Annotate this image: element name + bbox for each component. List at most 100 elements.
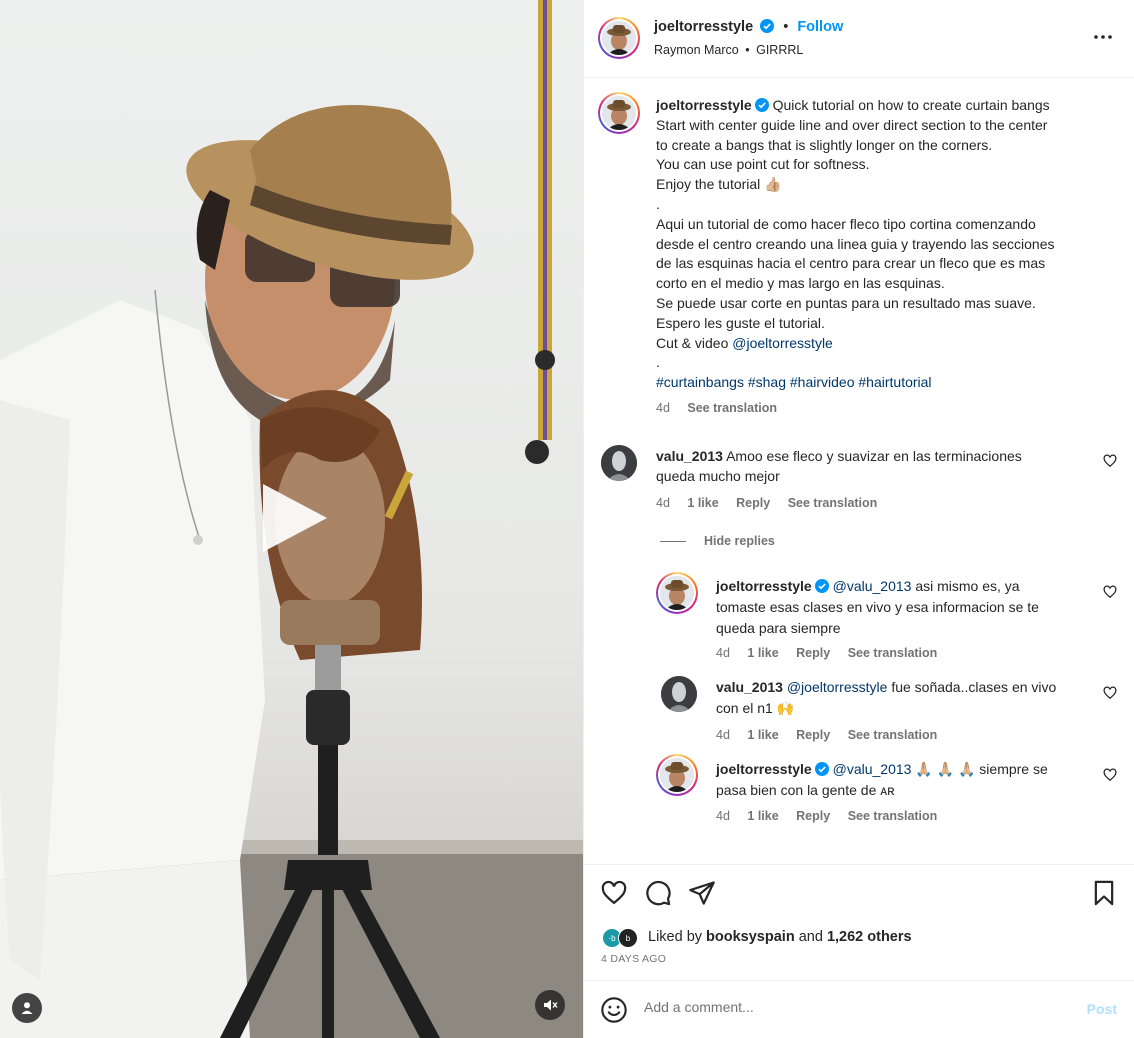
reply-text: 🙏🏼 🙏🏼 🙏🏼 siempre se bbox=[915, 761, 1048, 777]
post-date: 4 DAYS AGO bbox=[601, 953, 667, 965]
reply-see-translation[interactable]: See translation bbox=[848, 646, 938, 660]
reply-mention-link[interactable]: @joeltorresstyle bbox=[787, 679, 888, 695]
author-username[interactable]: joeltorresstyle bbox=[654, 19, 753, 35]
comment-input[interactable] bbox=[644, 999, 1064, 1015]
comment-text: queda mucho mejor bbox=[656, 468, 780, 484]
reply-text: asi mismo es, ya bbox=[915, 578, 1020, 594]
play-button[interactable] bbox=[255, 478, 335, 558]
avatar-photo bbox=[601, 445, 637, 481]
liker-avatar: b bbox=[618, 928, 638, 948]
post-video[interactable] bbox=[0, 0, 583, 1038]
reply-meta: 4d 1 like Reply See translation bbox=[716, 809, 951, 823]
reply-username[interactable]: valu_2013 bbox=[716, 679, 783, 695]
likes-count[interactable]: 1,262 others bbox=[827, 929, 912, 945]
comment-icon bbox=[646, 880, 671, 906]
comment-text: Amoo ese fleco y suavizar en las termina… bbox=[726, 448, 1022, 464]
audio-artist: Raymon Marco bbox=[654, 43, 739, 57]
verified-badge-icon bbox=[760, 19, 775, 33]
liked-by-summary: Liked by booksyspain and 1,262 others bbox=[648, 929, 912, 945]
post-comment-button[interactable]: Post bbox=[1087, 1001, 1117, 1017]
audio-info[interactable]: Raymon Marco • GIRRRL bbox=[654, 43, 803, 57]
reply-mention-link[interactable]: @valu_2013 bbox=[833, 761, 912, 777]
liked-by-prefix: Liked by bbox=[648, 929, 703, 945]
hide-replies-button[interactable]: Hide replies bbox=[660, 534, 775, 548]
author-avatar[interactable] bbox=[598, 17, 640, 59]
hashtag-link[interactable]: #curtainbangs bbox=[656, 374, 744, 390]
reply-see-translation[interactable]: See translation bbox=[848, 728, 938, 742]
reply: joeltorresstyle @valu_2013 🙏🏼 🙏🏼 🙏🏼 siem… bbox=[716, 759, 1096, 801]
credit-prefix: Cut & video bbox=[656, 334, 729, 351]
reply-reply-button[interactable]: Reply bbox=[796, 646, 830, 660]
caption-line: Se puede usar corte en puntas para un re… bbox=[656, 294, 1036, 311]
verified-badge-icon bbox=[814, 579, 829, 593]
reply-text: queda para siempre bbox=[716, 620, 841, 636]
comment-likes[interactable]: 1 like bbox=[687, 496, 718, 510]
comment-username[interactable]: valu_2013 bbox=[656, 448, 723, 464]
reply-likes[interactable]: 1 like bbox=[747, 728, 778, 742]
reply-reply-button[interactable]: Reply bbox=[796, 809, 830, 823]
reply-likes[interactable]: 1 like bbox=[747, 809, 778, 823]
caption-line: Quick tutorial on how to create curtain … bbox=[772, 97, 1050, 113]
hashtags-row: #curtainbangs #shag #hairvideo #hairtuto… bbox=[656, 373, 1116, 393]
liked-by-user[interactable]: booksyspain bbox=[706, 929, 795, 945]
reply-reply-button[interactable]: Reply bbox=[796, 728, 830, 742]
reply-meta: 4d 1 like Reply See translation bbox=[716, 646, 951, 660]
reply-see-translation[interactable]: See translation bbox=[848, 809, 938, 823]
share-button[interactable] bbox=[688, 879, 716, 907]
reply-meta: 4d 1 like Reply See translation bbox=[716, 728, 951, 742]
reply-username[interactable]: joeltorresstyle bbox=[716, 761, 812, 777]
hide-replies-label: Hide replies bbox=[704, 534, 775, 548]
avatar-photo bbox=[661, 676, 697, 712]
reply-username[interactable]: joeltorresstyle bbox=[716, 578, 812, 594]
caption-line: de las esquinas hacia el centro para cre… bbox=[656, 255, 1046, 272]
comment-see-translation[interactable]: See translation bbox=[788, 496, 878, 510]
heart-icon bbox=[1103, 686, 1117, 700]
bookmark-icon bbox=[1094, 880, 1114, 906]
reply-mention-link[interactable]: @valu_2013 bbox=[833, 578, 912, 594]
caption-line: . bbox=[656, 195, 660, 212]
reply-like-button[interactable] bbox=[1103, 686, 1117, 700]
more-options-icon bbox=[1094, 35, 1112, 39]
comment-button[interactable] bbox=[644, 879, 672, 907]
caption-see-translation[interactable]: See translation bbox=[687, 401, 777, 415]
reply-time: 4d bbox=[716, 646, 730, 660]
reply-avatar[interactable] bbox=[656, 754, 698, 796]
reply-avatar[interactable] bbox=[656, 572, 698, 614]
save-button[interactable] bbox=[1090, 879, 1118, 907]
commenter-avatar[interactable] bbox=[601, 445, 637, 481]
reply-like-button[interactable] bbox=[1103, 585, 1117, 599]
emoji-button[interactable] bbox=[600, 996, 628, 1024]
credit-mention-link[interactable]: @joeltorresstyle bbox=[732, 335, 833, 351]
muted-speaker-icon bbox=[544, 999, 558, 1011]
caption-credit-line: Cut & video @joeltorresstyle bbox=[656, 334, 1116, 354]
user-tags-button[interactable] bbox=[12, 993, 42, 1023]
reply-like-button[interactable] bbox=[1103, 768, 1117, 782]
reply-likes[interactable]: 1 like bbox=[747, 646, 778, 660]
like-button[interactable] bbox=[600, 879, 628, 907]
follow-button[interactable]: Follow bbox=[797, 19, 843, 35]
caption-author-avatar[interactable] bbox=[598, 92, 640, 134]
mute-toggle-button[interactable] bbox=[535, 990, 565, 1020]
post-actions-section bbox=[584, 864, 1134, 980]
reply-text: pasa bien con la gente de ᴀʀ bbox=[716, 782, 895, 798]
liked-by-avatars[interactable]: ·b b bbox=[602, 927, 642, 949]
verified-badge-icon bbox=[814, 762, 829, 776]
caption-meta: 4d See translation bbox=[656, 399, 1116, 419]
more-options-button[interactable] bbox=[1092, 26, 1114, 48]
comment-reply-button[interactable]: Reply bbox=[736, 496, 770, 510]
caption-line: corto en el medio y mas largo en las esq… bbox=[656, 275, 945, 292]
caption-line: desde el centro creando una linea guia y… bbox=[656, 235, 1055, 252]
caption-author[interactable]: joeltorresstyle bbox=[656, 97, 752, 113]
hashtag-link[interactable]: #hairtutorial bbox=[858, 374, 931, 390]
reply-time: 4d bbox=[716, 809, 730, 823]
caption-line: . bbox=[656, 354, 660, 371]
hashtag-link[interactable]: #shag bbox=[748, 374, 786, 390]
audio-separator: • bbox=[745, 43, 750, 57]
header-author-row: joeltorresstyle • Follow bbox=[654, 19, 843, 35]
avatar-photo bbox=[602, 96, 636, 130]
hashtag-link[interactable]: #hairvideo bbox=[790, 374, 855, 390]
comment-like-button[interactable] bbox=[1103, 454, 1117, 468]
reply-avatar[interactable] bbox=[661, 676, 697, 712]
avatar-photo bbox=[660, 576, 694, 610]
add-comment-bar: Post bbox=[584, 980, 1134, 1038]
